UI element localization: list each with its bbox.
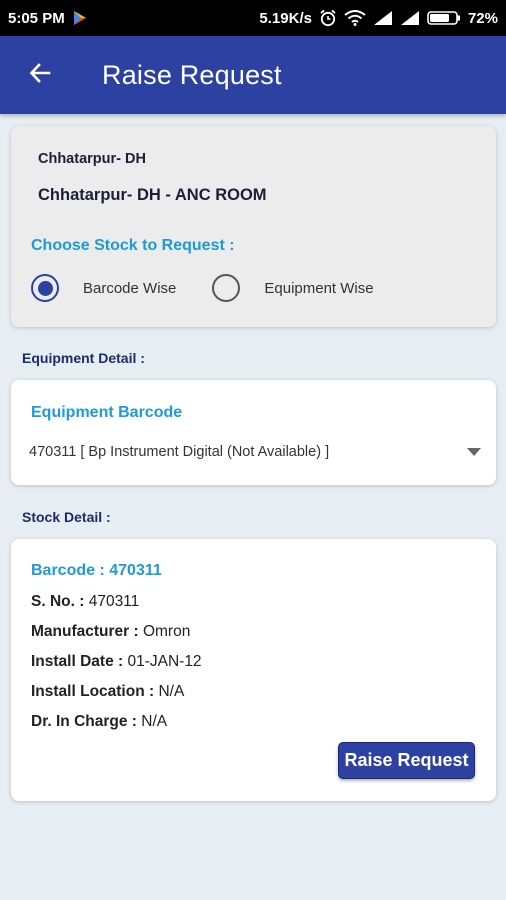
back-button[interactable] bbox=[0, 36, 80, 114]
network-speed: 5.19K/s bbox=[259, 9, 312, 27]
equipment-wise-label[interactable]: Equipment Wise bbox=[264, 280, 373, 297]
signal-icon bbox=[400, 10, 420, 26]
equipment-barcode-dropdown[interactable]: 470311 [ Bp Instrument Digital (Not Avai… bbox=[29, 438, 481, 466]
row-value: 470311 bbox=[88, 593, 140, 610]
equipment-selected-value: 470311 [ Bp Instrument Digital (Not Avai… bbox=[29, 444, 330, 460]
row-key: Install Location : bbox=[31, 683, 159, 700]
raise-request-button[interactable]: Raise Request bbox=[338, 742, 475, 779]
signal-icon bbox=[373, 10, 393, 26]
stock-card: Barcode : 470311 S. No. : 470311 Manufac… bbox=[11, 539, 496, 801]
stock-serial-row: S. No. : 470311 bbox=[31, 593, 139, 611]
radio-selected-dot bbox=[37, 280, 53, 296]
wifi-icon bbox=[344, 10, 366, 26]
dropdown-arrow-icon bbox=[467, 448, 481, 456]
alarm-icon bbox=[319, 9, 337, 27]
barcode-wise-label[interactable]: Barcode Wise bbox=[83, 280, 176, 297]
row-key: S. No. : bbox=[31, 593, 89, 610]
stock-install-location-row: Install Location : N/A bbox=[31, 683, 184, 701]
row-value: N/A bbox=[141, 713, 168, 730]
location-card: Chhatarpur- DH Chhatarpur- DH - ANC ROOM… bbox=[11, 126, 496, 327]
equipment-barcode-label: Equipment Barcode bbox=[31, 404, 183, 421]
play-store-icon bbox=[73, 10, 87, 26]
choose-stock-label: Choose Stock to Request : bbox=[31, 237, 235, 254]
row-key: Manufacturer : bbox=[31, 623, 143, 640]
barcode-wise-radio[interactable] bbox=[31, 274, 59, 302]
stock-choice-group: Barcode Wise Equipment Wise bbox=[31, 274, 374, 302]
facility-name: Chhatarpur- DH bbox=[38, 151, 146, 167]
stock-detail-heading: Stock Detail : bbox=[22, 509, 111, 525]
battery-percent: 72% bbox=[467, 9, 498, 27]
equipment-card: Equipment Barcode 470311 [ Bp Instrument… bbox=[11, 380, 496, 485]
row-value: N/A bbox=[158, 683, 185, 700]
status-time: 5:05 PM bbox=[8, 9, 65, 27]
row-key: Install Date : bbox=[31, 653, 128, 670]
room-name: Chhatarpur- DH - ANC ROOM bbox=[38, 186, 267, 204]
stock-barcode: Barcode : 470311 bbox=[31, 562, 162, 579]
page-title: Raise Request bbox=[102, 59, 282, 90]
arrow-back-icon bbox=[28, 61, 52, 90]
stock-manufacturer-row: Manufacturer : Omron bbox=[31, 623, 190, 641]
equipment-wise-radio[interactable] bbox=[212, 274, 241, 302]
battery-icon bbox=[427, 10, 461, 26]
equipment-detail-heading: Equipment Detail : bbox=[22, 350, 145, 366]
row-value: 01-JAN-12 bbox=[127, 653, 202, 670]
stock-install-date-row: Install Date : 01-JAN-12 bbox=[31, 653, 202, 671]
status-bar: 5:05 PM 5.19K/s 72% bbox=[0, 0, 506, 36]
app-bar: Raise Request bbox=[0, 36, 506, 114]
row-key: Dr. In Charge : bbox=[31, 713, 142, 730]
row-value: Omron bbox=[142, 623, 191, 640]
stock-dr-in-charge-row: Dr. In Charge : N/A bbox=[31, 713, 167, 731]
